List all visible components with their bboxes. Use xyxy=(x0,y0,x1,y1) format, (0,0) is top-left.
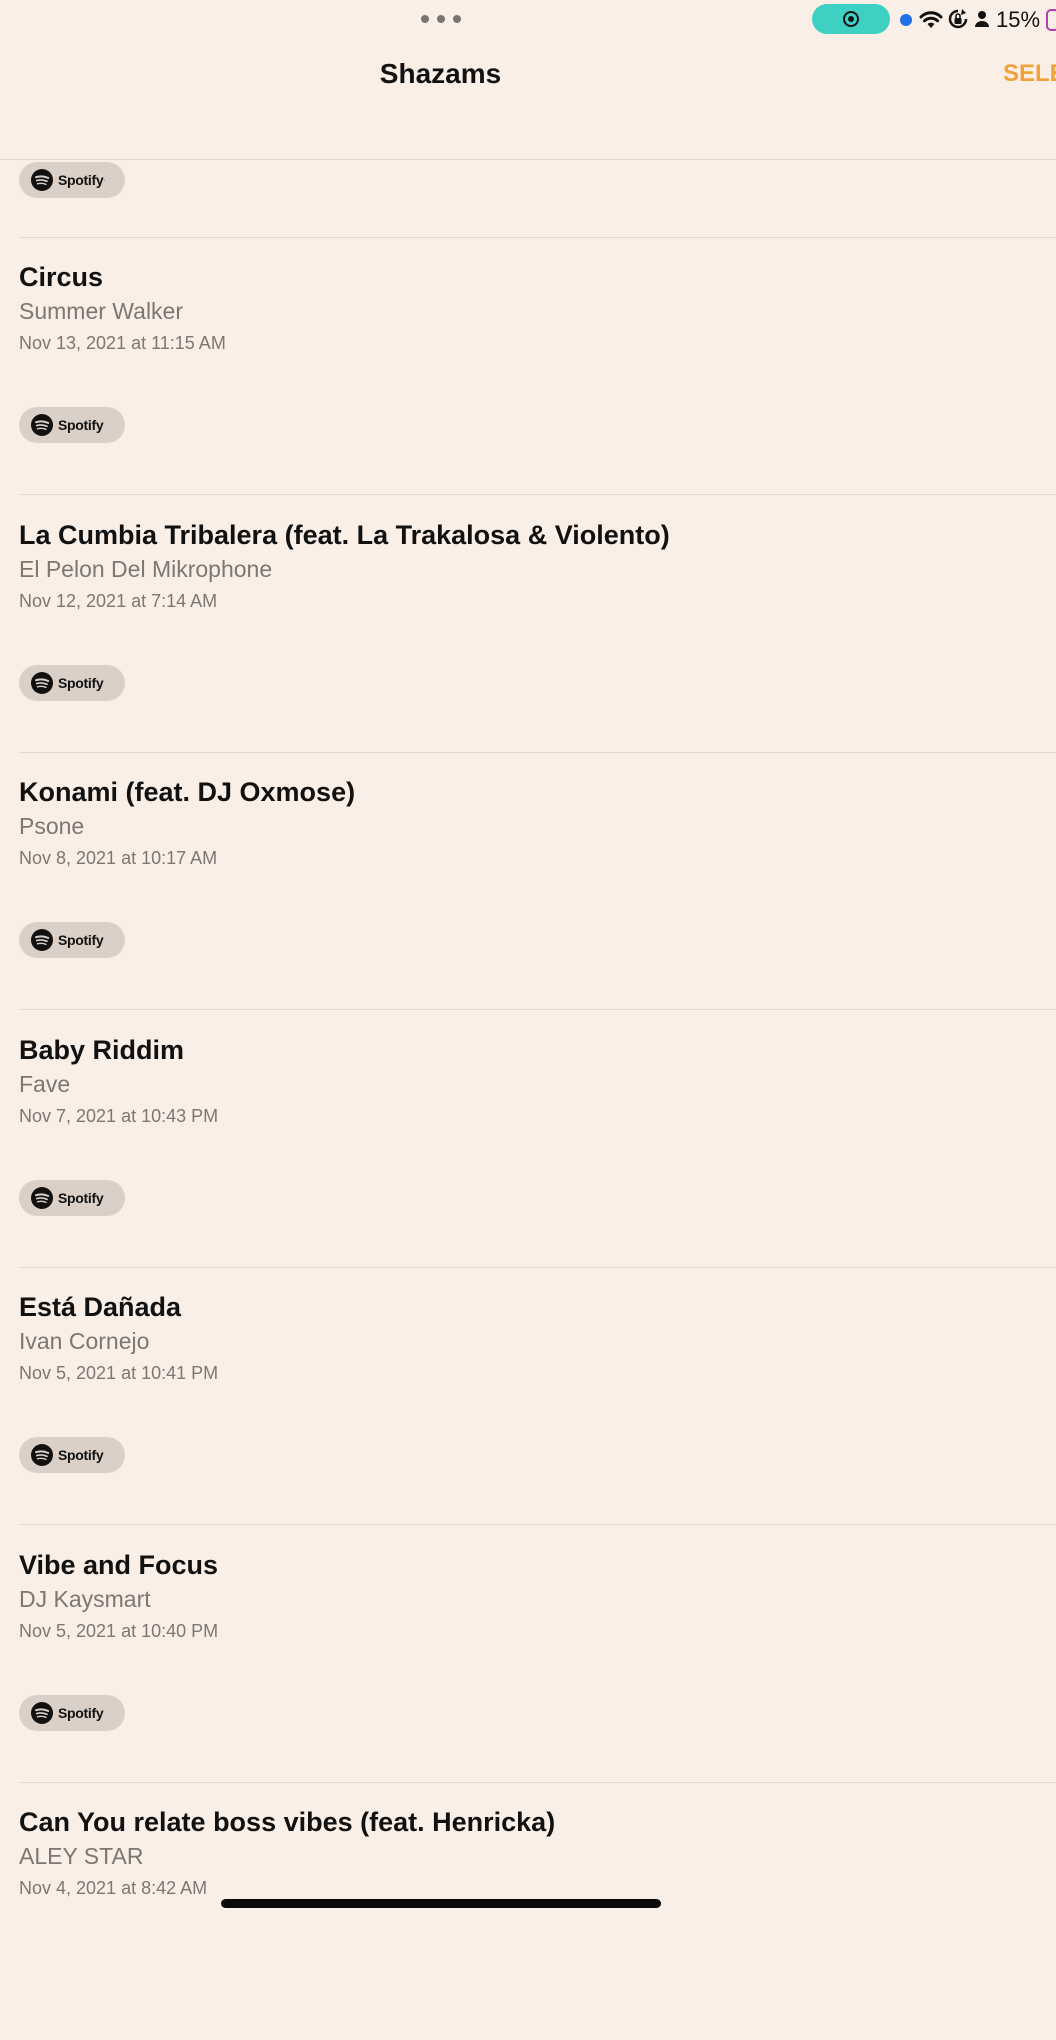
spotify-logo-icon xyxy=(31,672,53,694)
divider xyxy=(19,1524,1056,1525)
spotify-logo-icon xyxy=(31,169,53,191)
person-icon xyxy=(975,11,989,27)
spotify-button[interactable]: Spotify xyxy=(19,1437,125,1473)
song-row[interactable]: Circus Summer Walker Nov 13, 2021 at 11:15… xyxy=(0,238,1056,495)
spotify-logo-icon xyxy=(31,1444,53,1466)
location-dot-icon xyxy=(900,14,912,26)
spotify-label: Spotify xyxy=(58,1447,104,1463)
song-row[interactable]: Vibe and Focus DJ Kaysmart Nov 5, 2021 at … xyxy=(0,1526,1056,1783)
spotify-button[interactable]: Spotify xyxy=(19,1695,125,1731)
spotify-button[interactable]: Spotify xyxy=(19,407,125,443)
song-row[interactable]: Can You relate boss vibes (feat. Henrick… xyxy=(0,1783,1056,2040)
song-title: Circus xyxy=(19,262,104,292)
more-dots-icon[interactable] xyxy=(421,14,461,24)
divider xyxy=(19,1009,1056,1010)
song-title: Vibe and Focus xyxy=(19,1550,219,1580)
spotify-logo-icon xyxy=(31,414,53,436)
song-title: La Cumbia Tribalera (feat. La Trakalosa … xyxy=(19,520,670,550)
song-title: Baby Riddim xyxy=(19,1035,185,1065)
spotify-label: Spotify xyxy=(58,1190,104,1206)
nav-bar: Shazams SELECT xyxy=(0,40,1056,160)
song-title: Está Dañada xyxy=(19,1292,182,1322)
spotify-button[interactable]: Spotify. xyxy=(19,162,125,198)
song-date: Nov 5, 2021 at 10:40 PM xyxy=(19,1621,219,1641)
spotify-logo-icon xyxy=(31,929,53,951)
spotify-logo-icon xyxy=(31,1187,53,1209)
spotify-label: Spotify xyxy=(58,172,104,188)
spotify-label: Spotify xyxy=(58,675,104,691)
song-row[interactable]: La Cumbia Tribalera (feat. La Trakalosa … xyxy=(0,496,1056,753)
battery-percent: 15% xyxy=(996,7,1041,32)
screen-record-indicator[interactable] xyxy=(812,4,890,34)
song-date: Nov 13, 2021 at 11:15 AM xyxy=(19,333,226,353)
spotify-label: Spotify xyxy=(58,932,104,948)
page-title: Shazams xyxy=(379,58,502,89)
song-artist: DJ Kaysmart xyxy=(19,1586,151,1612)
song-date: Nov 8, 2021 at 10:17 AM xyxy=(19,848,218,868)
song-date: Nov 4, 2021 at 8:42 AM xyxy=(19,1878,208,1898)
song-artist: Ivan Cornejo xyxy=(19,1328,150,1354)
song-artist: El Pelon Del Mikrophone xyxy=(19,556,273,582)
song-date: Nov 12, 2021 at 7:14 AM xyxy=(19,591,218,611)
song-artist: Psone xyxy=(19,813,85,839)
song-artist: ALEY STAR xyxy=(19,1843,144,1869)
song-row[interactable]: Está Dañada Ivan Cornejo Nov 5, 2021 at 10… xyxy=(0,1268,1056,1525)
song-title: Can You relate boss vibes (feat. Henrick… xyxy=(19,1807,556,1837)
song-artist: Fave xyxy=(19,1071,71,1097)
song-title: Konami (feat. DJ Oxmose) xyxy=(19,777,356,807)
song-date: Nov 5, 2021 at 10:41 PM xyxy=(19,1363,219,1383)
spotify-button[interactable]: Spotify xyxy=(19,665,125,701)
status-bar: 15% xyxy=(0,0,1056,40)
spotify-label: Spotify xyxy=(58,417,104,433)
song-row[interactable]: Baby Riddim Fave Nov 7, 2021 at 10:43 PM S… xyxy=(0,1011,1056,1268)
battery-icon xyxy=(1046,9,1056,31)
spotify-logo-icon xyxy=(31,1702,53,1724)
divider xyxy=(19,494,1056,495)
spotify-button[interactable]: Spotify xyxy=(19,922,125,958)
song-artist: Summer Walker xyxy=(19,298,183,324)
screen-record-icon xyxy=(843,11,859,27)
song-row[interactable]: Konami (feat. DJ Oxmose) Psone Nov 8, 2021… xyxy=(0,753,1056,1010)
spotify-label: Spotify xyxy=(58,1705,104,1721)
rotation-lock-icon xyxy=(948,9,968,29)
home-indicator[interactable] xyxy=(221,1899,661,1908)
wifi-icon xyxy=(919,11,943,28)
song-date: Nov 7, 2021 at 10:43 PM xyxy=(19,1106,219,1126)
spotify-button[interactable]: Spotify xyxy=(19,1180,125,1216)
select-button[interactable]: SELECT xyxy=(1003,58,1056,90)
